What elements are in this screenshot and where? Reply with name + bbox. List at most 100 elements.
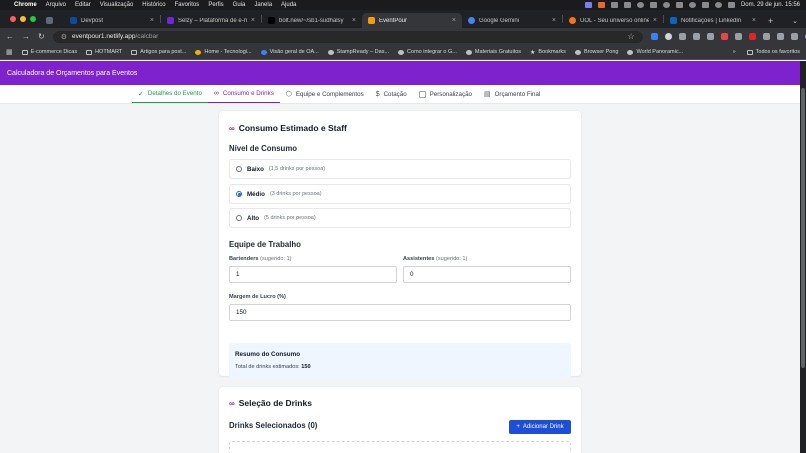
assistentes-input[interactable]: 0 bbox=[403, 266, 571, 283]
tab-search-icon[interactable]: ⌄ bbox=[784, 13, 806, 28]
step-equipe-complementos[interactable]: ⬡ Equipe e Complementos bbox=[280, 85, 370, 103]
tab-gemini[interactable]: Google Gemini × bbox=[462, 13, 562, 28]
extension-icon[interactable] bbox=[748, 33, 756, 40]
wine-glasses-icon: ∞ bbox=[229, 398, 235, 408]
status-app-icon[interactable] bbox=[610, 2, 618, 8]
bookmark-item[interactable]: ★ Bookmarks bbox=[530, 49, 566, 56]
bookmark-star-icon[interactable]: ☆ bbox=[628, 32, 635, 41]
status-app-icon[interactable] bbox=[623, 2, 631, 8]
search-icon[interactable] bbox=[714, 2, 722, 8]
address-bar[interactable]: ⚙ eventpour1.netlify.app/calcbar ☆ bbox=[52, 30, 643, 43]
close-tab-icon[interactable]: × bbox=[552, 17, 556, 24]
extensions-row: ⋮ bbox=[650, 32, 806, 41]
bookmark-item[interactable]: World Panoramic... bbox=[627, 49, 683, 55]
status-app-icon[interactable] bbox=[597, 2, 605, 8]
consumo-option-medio[interactable]: Médio (3 drinks por pessoa) bbox=[229, 184, 571, 204]
tab-bolt[interactable]: bolt.new/~/sb1-sudhalsy × bbox=[262, 13, 362, 28]
all-bookmarks-button[interactable]: Todos os favoritos bbox=[746, 49, 800, 55]
extension-icon[interactable] bbox=[734, 33, 742, 40]
extension-icon[interactable] bbox=[664, 33, 672, 40]
close-window-icon[interactable] bbox=[10, 16, 16, 22]
control-center-icon[interactable] bbox=[727, 2, 735, 8]
radio-button[interactable] bbox=[236, 215, 242, 221]
bookmark-item[interactable]: Como integrar o G... bbox=[398, 49, 457, 55]
bookmark-item[interactable]: Browser Pong bbox=[574, 49, 618, 55]
step-detalhes-evento[interactable]: ✓ Detalhes do Evento bbox=[132, 85, 208, 103]
resumo-consumo-box: Resumo do Consumo Total de drinks estima… bbox=[229, 343, 571, 378]
status-app-icon[interactable] bbox=[649, 2, 657, 8]
menubar-status-area: Dom. 29 de jun. 15:56 bbox=[584, 2, 800, 8]
tab-pinned[interactable] bbox=[42, 13, 64, 28]
extension-icon[interactable] bbox=[706, 33, 714, 40]
minimize-window-icon[interactable] bbox=[20, 16, 26, 22]
bookmark-item[interactable]: StampReady – Das... bbox=[327, 49, 389, 55]
back-arrow-icon[interactable]: ← bbox=[6, 32, 14, 41]
close-tab-icon[interactable]: × bbox=[752, 17, 756, 24]
menu-item-visualizacao[interactable]: Visualização bbox=[100, 2, 134, 8]
bookmark-item[interactable]: HOTMART bbox=[86, 49, 122, 55]
page-scrollbar-thumb[interactable] bbox=[801, 88, 805, 368]
wifi-icon[interactable] bbox=[701, 2, 709, 8]
consumo-option-baixo[interactable]: Baixo (1,5 drinks por pessoa) bbox=[229, 159, 571, 179]
radio-button-selected[interactable] bbox=[236, 191, 242, 197]
menu-item-janela[interactable]: Janela bbox=[254, 2, 272, 8]
menu-item-guia[interactable]: Guia bbox=[233, 2, 246, 8]
status-app-icon[interactable] bbox=[584, 2, 592, 8]
tab-linkedin[interactable]: Notificações | LinkedIn × bbox=[664, 13, 762, 28]
extension-icon[interactable] bbox=[762, 33, 770, 40]
radio-button[interactable] bbox=[236, 166, 242, 172]
bookmark-item[interactable]: Home - Tecnologi... bbox=[195, 49, 252, 55]
tab-uol[interactable]: UOL - Seu universo online × bbox=[563, 13, 663, 28]
uol-favicon-icon bbox=[569, 17, 576, 24]
bookmark-label: Artigos para post... bbox=[140, 49, 187, 55]
close-tab-icon[interactable]: × bbox=[150, 17, 154, 24]
tab-eventpour[interactable]: EventPour × bbox=[362, 13, 462, 28]
side-panel-icon[interactable] bbox=[790, 33, 798, 40]
add-drink-button[interactable]: + Adicionar Drink bbox=[509, 420, 571, 434]
menu-item-perfis[interactable]: Perfis bbox=[208, 2, 223, 8]
extension-icon[interactable] bbox=[692, 33, 700, 40]
close-tab-icon[interactable]: × bbox=[653, 17, 657, 24]
tab-selzy[interactable]: Selzy – Plataforma de e-mail × bbox=[161, 13, 261, 28]
menu-item-arquivo[interactable]: Arquivo bbox=[46, 2, 66, 8]
menu-item-ajuda[interactable]: Ajuda bbox=[281, 2, 296, 8]
menubar-datetime[interactable]: Dom. 29 de jun. 15:56 bbox=[741, 2, 800, 8]
bluetooth-icon[interactable] bbox=[662, 2, 670, 8]
step-orcamento-final[interactable]: ▤ Orçamento Final bbox=[478, 85, 546, 103]
margem-lucro-input[interactable]: 150 bbox=[229, 304, 571, 321]
more-bookmarks-button[interactable]: » bbox=[733, 49, 736, 55]
forward-arrow-icon[interactable]: → bbox=[22, 32, 30, 41]
battery-icon[interactable] bbox=[675, 2, 683, 8]
bookmark-item[interactable]: Artigos para post... bbox=[131, 49, 186, 55]
step-cotacao[interactable]: $ Cotação bbox=[370, 85, 413, 103]
consumo-option-alto[interactable]: Alto (5 drinks por pessoa) bbox=[229, 208, 571, 228]
close-tab-icon[interactable]: × bbox=[251, 17, 255, 24]
menu-item-editar[interactable]: Editar bbox=[75, 2, 91, 8]
bookmark-item[interactable]: Materiais Gratuitos bbox=[465, 49, 521, 55]
menu-item-historico[interactable]: Histórico bbox=[142, 2, 165, 8]
tab-devpost[interactable]: Devpost × bbox=[64, 13, 160, 28]
menu-app-name[interactable]: Chrome bbox=[14, 2, 37, 8]
bookmark-item[interactable]: Visão geral de OA... bbox=[260, 49, 319, 55]
zoom-window-icon[interactable] bbox=[30, 16, 36, 22]
close-tab-icon[interactable]: × bbox=[452, 17, 456, 24]
new-tab-icon[interactable]: + bbox=[762, 13, 779, 28]
close-tab-icon[interactable]: × bbox=[352, 17, 356, 24]
extension-icon[interactable] bbox=[678, 33, 686, 40]
menu-item-favoritos[interactable]: Favoritos bbox=[175, 2, 200, 8]
step-consumo-drinks[interactable]: ∞ Consumo e Drinks bbox=[207, 85, 280, 103]
eventpour-favicon-icon bbox=[368, 17, 375, 24]
reload-icon[interactable]: ↻ bbox=[38, 32, 45, 41]
resumo-title: Resumo do Consumo bbox=[235, 351, 301, 358]
site-info-icon[interactable]: ⚙ bbox=[61, 33, 67, 41]
step-personalizacao[interactable]: Personalização bbox=[413, 85, 478, 103]
extensions-puzzle-icon[interactable] bbox=[776, 33, 784, 40]
night-mode-icon[interactable] bbox=[688, 2, 696, 8]
extension-icon[interactable] bbox=[650, 33, 658, 40]
bartenders-input[interactable]: 1 bbox=[229, 266, 397, 283]
extension-icon[interactable] bbox=[720, 33, 728, 40]
apps-grid-icon[interactable]: ▦ bbox=[6, 48, 13, 56]
bookmark-item[interactable]: E-commerce Dicas bbox=[21, 49, 77, 55]
bookmarks-right: » Todos os favoritos bbox=[733, 49, 800, 55]
status-app-icon[interactable] bbox=[636, 2, 644, 8]
